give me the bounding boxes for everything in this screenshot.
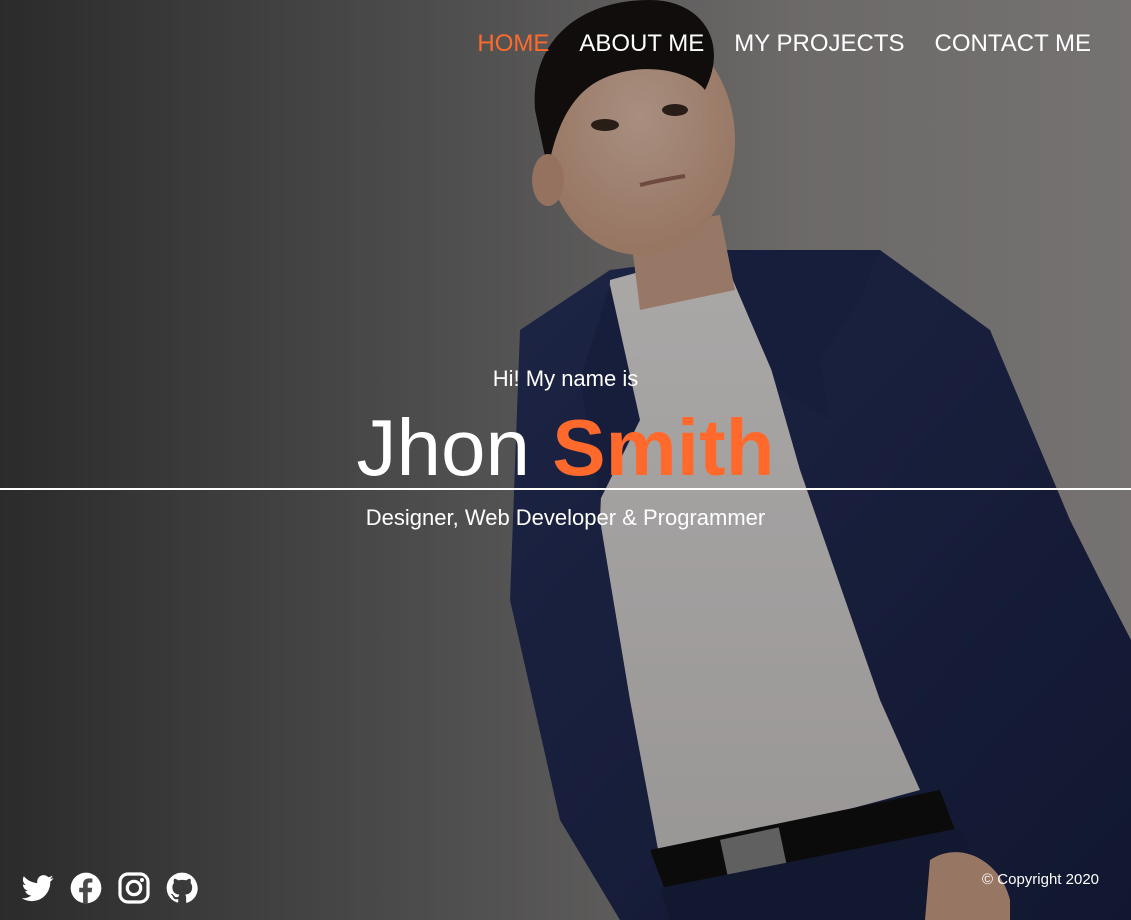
first-name: Jhon [356,403,530,492]
hero-section: HOME ABOUT ME MY PROJECTS CONTACT ME Hi!… [0,0,1131,920]
github-icon [166,872,198,903]
facebook-icon [70,872,102,904]
nav-item-home[interactable]: HOME [477,30,549,58]
facebook-link[interactable] [70,872,102,904]
nav-item-about-me[interactable]: ABOUT ME [579,30,704,58]
social-links [22,872,198,904]
nav-item-my-projects[interactable]: MY PROJECTS [734,30,904,58]
main-nav: HOME ABOUT ME MY PROJECTS CONTACT ME [477,30,1091,58]
divider-line [0,488,1131,490]
tagline-text: Designer, Web Developer & Programmer [365,505,766,530]
greeting-text: Hi! My name is [492,366,639,391]
instagram-link[interactable] [118,872,150,904]
twitter-icon [22,875,54,902]
copyright-text: © Copyright 2020 [982,871,1099,888]
twitter-link[interactable] [22,872,54,904]
hero-name: Jhon Smith [0,402,1131,494]
github-link[interactable] [166,872,198,904]
last-name: Smith [552,403,775,492]
nav-item-contact-me[interactable]: CONTACT ME [935,30,1091,58]
instagram-icon [118,872,150,904]
